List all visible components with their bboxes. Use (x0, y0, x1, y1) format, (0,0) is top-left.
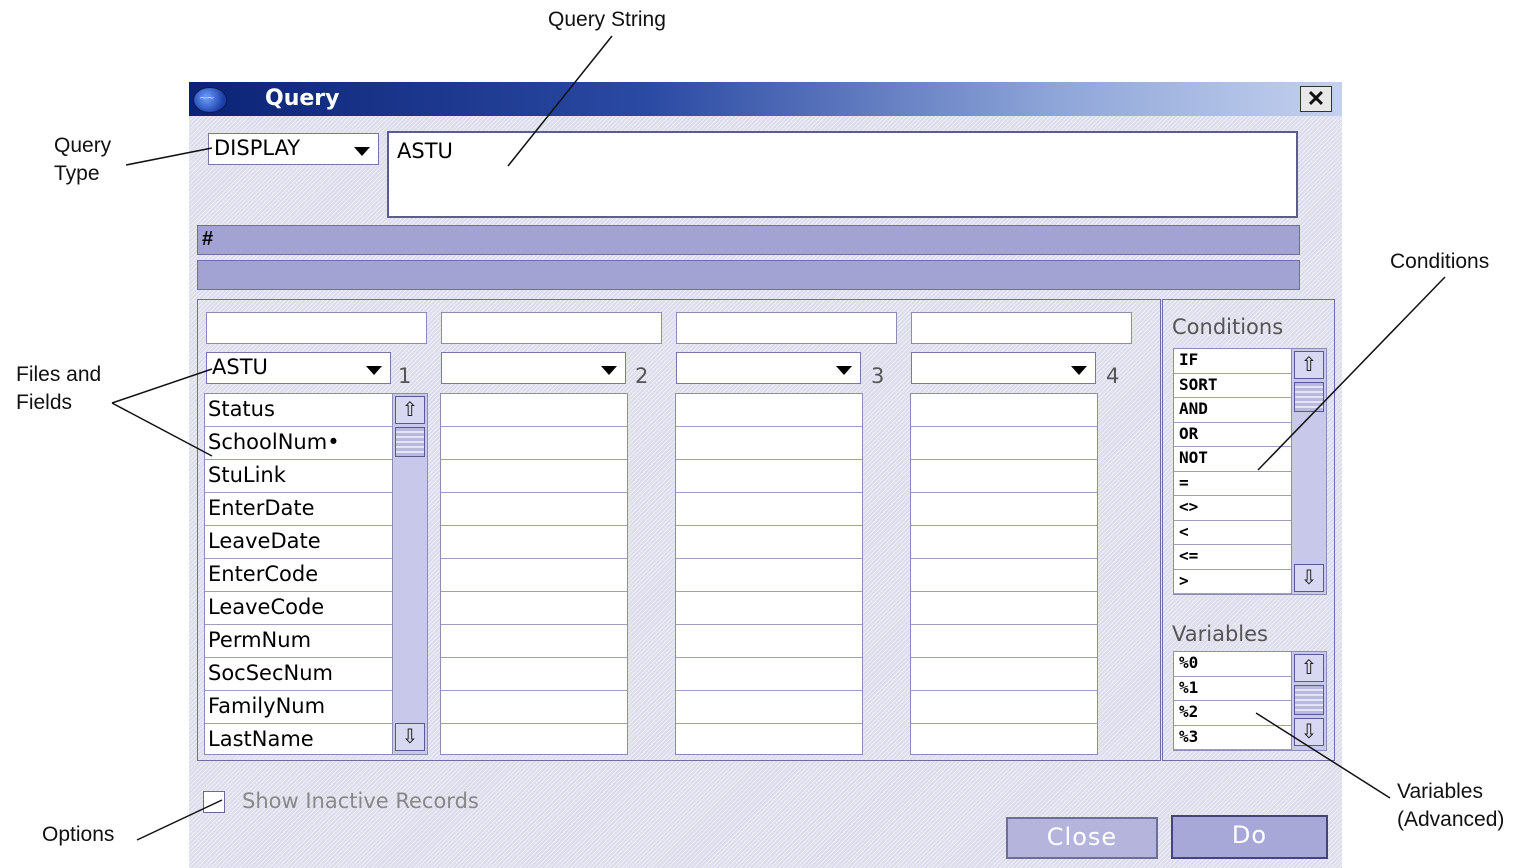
title-bar[interactable]: ~~ Query ✕ (189, 82, 1342, 116)
variables-label: Variables (1172, 622, 1268, 646)
scroll-down-icon[interactable]: ⇩ (395, 723, 425, 751)
annotation-options: Options (42, 823, 115, 846)
conditions-scrollbar[interactable]: ⇧ ⇩ (1291, 349, 1326, 594)
annotation-files-fields-line2: Fields (16, 391, 73, 414)
column-1-scrollbar[interactable]: ⇧ ⇩ (392, 394, 427, 754)
show-inactive-label: Show Inactive Records (242, 789, 479, 813)
column-1-number: 1 (398, 364, 412, 388)
query-type-value: DISPLAY (214, 136, 301, 160)
scroll-down-icon[interactable]: ⇩ (1294, 718, 1324, 746)
close-window-button[interactable]: ✕ (1300, 86, 1332, 112)
annotation-variables-line2: (Advanced) (1397, 808, 1505, 831)
scroll-up-icon[interactable]: ⇧ (1294, 654, 1324, 682)
dropdown-arrow-icon (1071, 366, 1087, 375)
variables-list: %0 %1 %2 %3 ⇧ ⇩ (1173, 651, 1327, 751)
column-4-filter-input[interactable] (911, 312, 1132, 344)
dropdown-arrow-icon (354, 147, 370, 156)
variables-scrollbar[interactable]: ⇧ ⇩ (1291, 652, 1326, 750)
column-2-field-list (440, 393, 628, 755)
column-1-filter-input[interactable] (206, 312, 427, 344)
column-4-number: 4 (1106, 364, 1120, 388)
column-3-file-select[interactable] (676, 352, 861, 384)
column-3-field-list (675, 393, 863, 755)
query-status-bar (197, 260, 1300, 290)
query-info-label: # (202, 228, 214, 250)
annotation-conditions: Conditions (1390, 250, 1490, 273)
column-1-file-select[interactable]: ASTU (206, 352, 391, 384)
column-1-field-list: Status SchoolNum• StuLink EnterDate Leav… (204, 393, 428, 755)
do-button[interactable]: Do (1171, 815, 1328, 859)
column-4-file-select[interactable] (911, 352, 1096, 384)
scroll-thumb[interactable] (395, 427, 425, 457)
conditions-list: IF SORT AND OR NOT = <> < <= > ⇧ ⇩ (1173, 348, 1327, 595)
show-inactive-checkbox[interactable] (203, 791, 225, 813)
scroll-thumb[interactable] (1294, 685, 1324, 715)
column-2-file-select[interactable] (441, 352, 626, 384)
scroll-up-icon[interactable]: ⇧ (395, 396, 425, 424)
column-1-file-value: ASTU (212, 355, 268, 379)
annotation-variables-line1: Variables (1397, 780, 1483, 803)
scroll-down-icon[interactable]: ⇩ (1294, 564, 1324, 592)
scroll-thumb[interactable] (1294, 382, 1324, 412)
column-3-number: 3 (871, 364, 885, 388)
conditions-label: Conditions (1172, 315, 1284, 339)
close-button[interactable]: Close (1006, 817, 1158, 859)
column-4-field-list (910, 393, 1098, 755)
annotation-query-type-line2: Type (54, 162, 100, 185)
window-title: Query (265, 86, 340, 111)
column-3-filter-input[interactable] (676, 312, 897, 344)
annotation-query-type-line1: Query (54, 134, 112, 157)
column-2-filter-input[interactable] (441, 312, 662, 344)
query-string-input[interactable]: ASTU (387, 131, 1298, 218)
query-window: ~~ Query ✕ DISPLAY ASTU # ASTU 1 Status … (189, 82, 1342, 868)
dropdown-arrow-icon (836, 366, 852, 375)
app-logo-icon: ~~ (193, 87, 227, 113)
annotation-query-string: Query String (548, 8, 666, 31)
scroll-up-icon[interactable]: ⇧ (1294, 351, 1324, 379)
dropdown-arrow-icon (601, 366, 617, 375)
dropdown-arrow-icon (366, 366, 382, 375)
annotation-files-fields-line1: Files and (16, 363, 102, 386)
query-string-value: ASTU (397, 139, 453, 163)
column-2-number: 2 (635, 364, 649, 388)
query-type-select[interactable]: DISPLAY (208, 133, 379, 165)
query-info-bar: # (197, 225, 1300, 255)
